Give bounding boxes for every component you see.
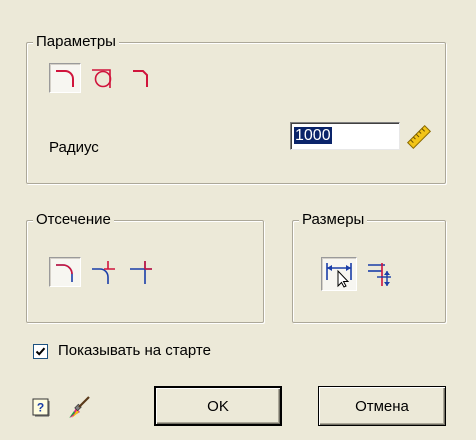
trim-one-side-button[interactable] xyxy=(87,257,119,287)
fillet-corner-icon xyxy=(133,70,148,87)
help-icon: ? xyxy=(32,398,50,417)
fillet-arc-icon xyxy=(56,70,74,87)
parameters-group-title: Параметры xyxy=(33,32,119,52)
radius-input[interactable]: 1000 xyxy=(290,122,400,150)
dimension-horizontal-button[interactable] xyxy=(321,257,357,291)
dimension-horizontal-icon xyxy=(326,263,352,288)
dimensions-group: Размеры xyxy=(292,210,446,323)
radius-label: Радиус xyxy=(49,139,99,156)
trim-group: Отсечение xyxy=(26,210,264,323)
show-on-start-checkbox[interactable] xyxy=(33,344,48,359)
dimensions-group-title: Размеры xyxy=(299,210,368,230)
no-trim-icon xyxy=(130,261,152,284)
help-button[interactable]: ? xyxy=(28,394,54,420)
parameters-group: Параметры Радиус xyxy=(26,32,446,184)
trim-one-side-icon xyxy=(92,261,115,284)
svg-text:?: ? xyxy=(37,401,44,415)
cancel-button[interactable]: Отмена xyxy=(318,386,446,426)
fillet-corner-button[interactable] xyxy=(125,63,157,93)
properties-button[interactable] xyxy=(64,392,94,422)
dimension-vertical-button[interactable] xyxy=(363,257,395,291)
checkmark-icon xyxy=(35,347,46,356)
pick-radius-button[interactable] xyxy=(404,122,434,152)
show-on-start-label[interactable]: Показывать на старте xyxy=(58,342,211,359)
paint-brush-icon xyxy=(69,396,90,418)
radius-value: 1000 xyxy=(294,127,332,144)
fillet-circle-icon xyxy=(92,69,112,88)
fillet-dialog: Параметры Радиус 1000 Отсечение Размеры … xyxy=(0,0,476,440)
fillet-arc-button[interactable] xyxy=(49,63,81,93)
trim-both-icon xyxy=(56,264,73,282)
trim-both-button[interactable] xyxy=(49,257,81,287)
ruler-icon xyxy=(406,124,432,150)
fillet-circle-button[interactable] xyxy=(87,63,119,93)
dimension-vertical-icon xyxy=(368,263,391,286)
trim-group-title: Отсечение xyxy=(33,210,114,230)
ok-button[interactable]: OK xyxy=(154,386,282,426)
no-trim-button[interactable] xyxy=(125,257,157,287)
